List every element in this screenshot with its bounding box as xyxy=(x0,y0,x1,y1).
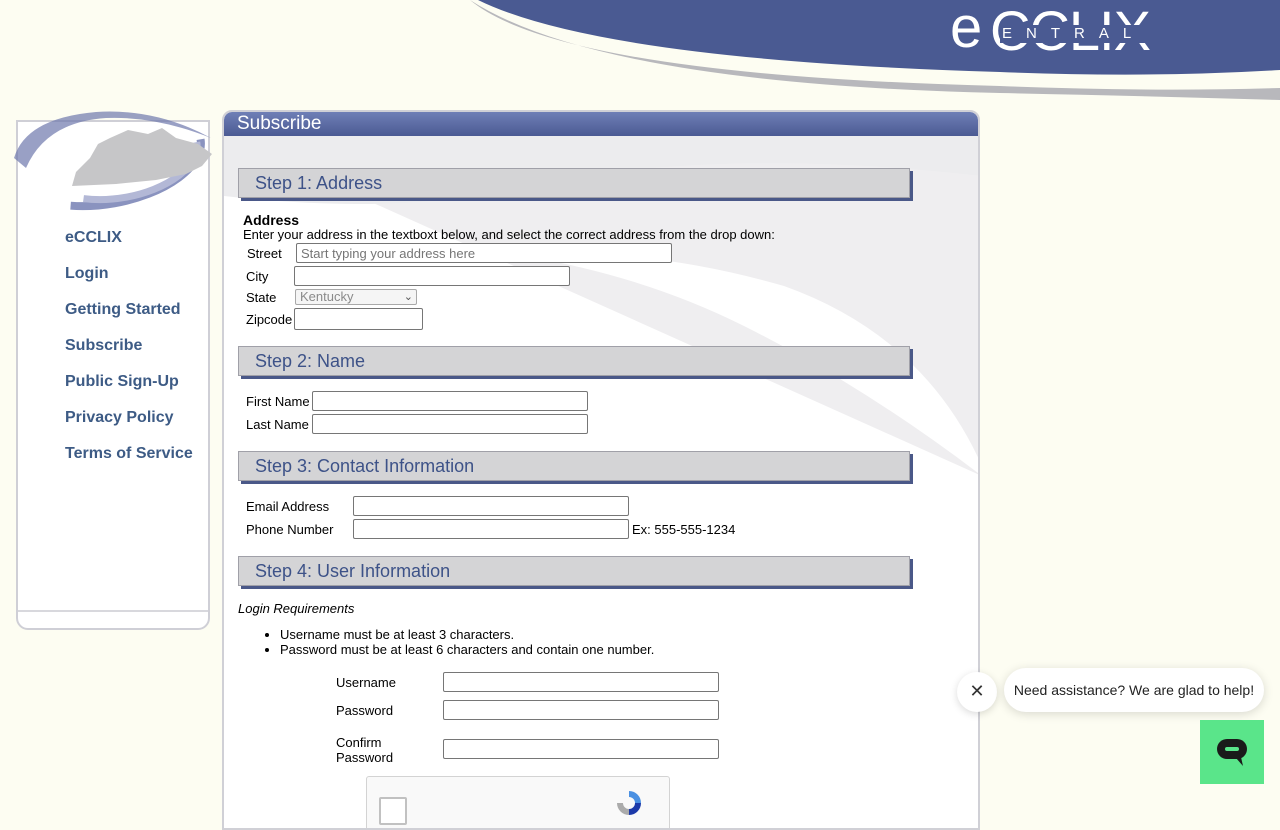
state-label: State xyxy=(246,290,277,305)
password-input[interactable] xyxy=(443,700,719,720)
sidebar-item-subscribe: Subscribe xyxy=(65,336,193,372)
sidebar-link-getting-started[interactable]: Getting Started xyxy=(65,301,181,318)
state-select[interactable]: Kentucky ⌄ xyxy=(295,289,417,305)
ecclix-logo[interactable]: e CCLIX ENTRAL xyxy=(950,0,1180,62)
confirm-label-line2: Password xyxy=(336,750,394,765)
panel-title: Subscribe xyxy=(224,112,978,136)
step1-heading: Step 1: Address xyxy=(238,168,910,198)
login-requirements-title: Login Requirements xyxy=(238,601,355,616)
email-label: Email Address xyxy=(246,499,330,514)
chat-open-button[interactable] xyxy=(1200,720,1264,784)
sidebar-item-login: Login xyxy=(65,264,193,300)
login-requirements-list: Username must be at least 3 characters. … xyxy=(264,627,654,657)
city-label: City xyxy=(246,269,269,284)
sidebar-link-terms-of-service[interactable]: Terms of Service xyxy=(65,445,193,462)
chat-icon xyxy=(1217,739,1247,766)
confirm-password-label: Confirm Password xyxy=(336,735,393,765)
step4-heading: Step 4: User Information xyxy=(238,556,910,586)
street-input[interactable] xyxy=(296,243,672,263)
chat-close-button[interactable]: ✕ xyxy=(957,672,997,712)
confirm-label-line1: Confirm xyxy=(336,735,382,750)
sidebar-link-ecclix[interactable]: eCCLIX xyxy=(65,229,122,246)
sidebar-link-privacy-policy[interactable]: Privacy Policy xyxy=(65,409,174,426)
address-section-label: Address xyxy=(243,212,300,228)
subscribe-panel: Subscribe Step 1: Address Address Enter … xyxy=(222,110,980,830)
street-label: Street xyxy=(247,246,282,261)
sidebar-nav: eCCLIX Login Getting Started Subscribe P… xyxy=(65,228,193,480)
logo-e: e xyxy=(950,0,982,60)
password-label: Password xyxy=(336,703,394,718)
username-label: Username xyxy=(336,675,396,690)
sidebar-link-subscribe[interactable]: Subscribe xyxy=(65,337,142,354)
list-item: Password must be at least 6 characters a… xyxy=(280,642,654,657)
kentucky-emblem-icon xyxy=(7,108,212,211)
chevron-down-icon: ⌄ xyxy=(403,291,413,303)
last-name-input[interactable] xyxy=(312,414,588,434)
first-name-label: First Name xyxy=(246,394,310,409)
chat-prompt-bubble[interactable]: Need assistance? We are glad to help! xyxy=(1004,668,1264,712)
first-name-input[interactable] xyxy=(312,391,588,411)
step3-heading: Step 3: Contact Information xyxy=(238,451,910,481)
state-select-value: Kentucky xyxy=(300,289,354,304)
email-input[interactable] xyxy=(353,496,629,516)
sidebar-link-login[interactable]: Login xyxy=(65,265,109,282)
address-instructions: Enter your address in the textboxt below… xyxy=(243,227,775,242)
sidebar-footer-divider xyxy=(18,610,208,612)
city-input[interactable] xyxy=(294,266,570,286)
confirm-password-input[interactable] xyxy=(443,739,719,759)
last-name-label: Last Name xyxy=(246,417,309,432)
zipcode-label: Zipcode xyxy=(246,312,293,327)
username-input[interactable] xyxy=(443,672,719,692)
step2-heading: Step 2: Name xyxy=(238,346,910,376)
list-item: Username must be at least 3 characters. xyxy=(280,627,654,642)
recaptcha-widget[interactable] xyxy=(366,776,670,828)
sidebar-link-public-sign-up[interactable]: Public Sign-Up xyxy=(65,373,179,390)
chat-prompt-text: Need assistance? We are glad to help! xyxy=(1013,682,1255,698)
phone-input[interactable] xyxy=(353,519,629,539)
phone-example: Ex: 555-555-1234 xyxy=(632,522,736,537)
recaptcha-logo-icon xyxy=(617,791,641,815)
logo-central: ENTRAL xyxy=(1000,25,1148,43)
phone-label: Phone Number xyxy=(246,522,334,537)
close-icon: ✕ xyxy=(969,681,985,701)
sidebar-item-getting-started: Getting Started xyxy=(65,300,193,336)
sidebar-item-terms-of-service: Terms of Service xyxy=(65,444,193,480)
zipcode-input[interactable] xyxy=(294,308,423,330)
sidebar-item-privacy-policy: Privacy Policy xyxy=(65,408,193,444)
recaptcha-checkbox[interactable] xyxy=(379,797,407,825)
sidebar-item-public-sign-up: Public Sign-Up xyxy=(65,372,193,408)
sidebar-item-ecclix: eCCLIX xyxy=(65,228,193,264)
